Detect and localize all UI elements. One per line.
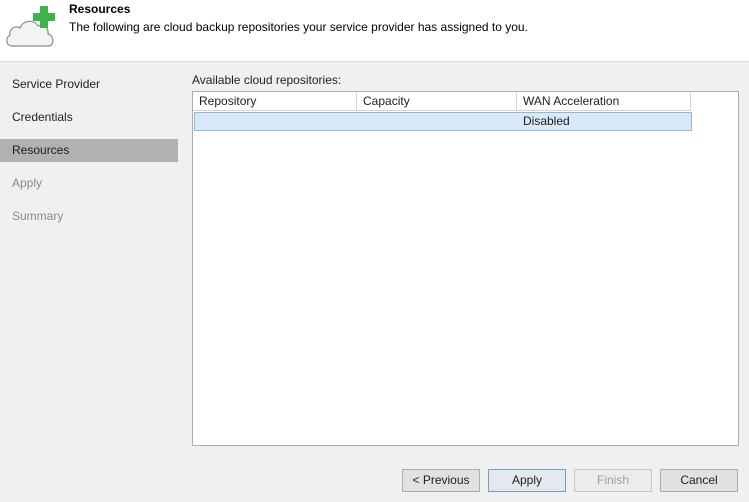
main-panel: Available cloud repositories: Repository… bbox=[178, 63, 749, 455]
wizard-footer: < Previous Apply Finish Cancel bbox=[0, 455, 749, 502]
cell-repository bbox=[195, 113, 358, 130]
sidebar-item-service-provider[interactable]: Service Provider bbox=[0, 73, 178, 96]
column-header-wan-acceleration[interactable]: WAN Acceleration bbox=[517, 92, 691, 111]
wizard-steps-sidebar: Service Provider Credentials Resources A… bbox=[0, 63, 178, 455]
cloud-add-icon bbox=[6, 6, 55, 47]
column-header-repository[interactable]: Repository bbox=[193, 92, 357, 111]
finish-button: Finish bbox=[574, 469, 652, 492]
table-row[interactable]: Disabled bbox=[194, 112, 692, 131]
page-description: The following are cloud backup repositor… bbox=[69, 20, 528, 34]
sidebar-item-resources[interactable]: Resources bbox=[0, 139, 178, 162]
repositories-table[interactable]: Repository Capacity WAN Acceleration Dis… bbox=[192, 91, 739, 446]
column-header-capacity[interactable]: Capacity bbox=[357, 92, 517, 111]
previous-button[interactable]: < Previous bbox=[402, 469, 480, 492]
repositories-label: Available cloud repositories: bbox=[192, 73, 342, 87]
apply-button[interactable]: Apply bbox=[488, 469, 566, 492]
sidebar-item-summary: Summary bbox=[12, 209, 64, 223]
table-header: Repository Capacity WAN Acceleration bbox=[193, 92, 691, 111]
sidebar-item-apply: Apply bbox=[12, 176, 43, 190]
cell-wan-acceleration: Disabled bbox=[523, 114, 570, 128]
cell-capacity bbox=[358, 113, 518, 130]
sidebar-item-credentials[interactable]: Credentials bbox=[0, 106, 178, 129]
wizard-header: Resources The following are cloud backup… bbox=[0, 0, 749, 62]
page-title: Resources bbox=[69, 2, 131, 16]
cancel-button[interactable]: Cancel bbox=[660, 469, 738, 492]
